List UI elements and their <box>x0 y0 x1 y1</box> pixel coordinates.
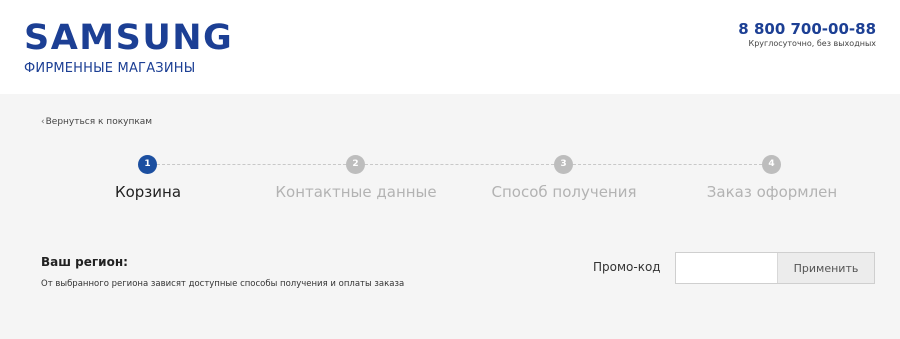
step-connector-3-4 <box>573 164 762 165</box>
step-3-number: 3 <box>554 155 573 174</box>
promo-code-label: Промо-код <box>593 260 661 274</box>
site-header: SAMSUNG ФИРМЕННЫЕ МАГАЗИНЫ 8 800 700-00-… <box>0 0 900 94</box>
logo-subtitle: ФИРМЕННЫЕ МАГАЗИНЫ <box>24 61 196 76</box>
back-link-label: Вернуться к покупкам <box>45 117 153 127</box>
step-3-label: Способ получения <box>491 183 637 201</box>
contact-phone-block: 8 800 700-00-88 Круглосуточно, без выход… <box>738 20 876 48</box>
phone-number[interactable]: 8 800 700-00-88 <box>738 20 876 38</box>
logo-wordmark: SAMSUNG <box>24 18 234 58</box>
step-4-number: 4 <box>762 155 781 174</box>
step-2-number: 2 <box>346 155 365 174</box>
region-description: От выбранного региона зависят доступные … <box>41 279 405 289</box>
samsung-logo[interactable]: SAMSUNG ФИРМЕННЫЕ МАГАЗИНЫ <box>24 19 233 76</box>
step-connector-1-2 <box>157 164 346 165</box>
apply-promo-button[interactable]: Применить <box>777 253 874 283</box>
promo-code-input[interactable] <box>676 253 777 283</box>
step-4-label: Заказ оформлен <box>706 183 838 201</box>
step-2-label: Контактные данные <box>275 183 437 201</box>
step-1-label: Корзина <box>114 183 182 201</box>
back-to-shopping-link[interactable]: ‹Вернуться к покупкам <box>41 117 152 127</box>
phone-availability-note: Круглосуточно, без выходных <box>748 39 876 48</box>
chevron-left-icon: ‹ <box>41 117 45 127</box>
region-title: Ваш регион: <box>41 255 128 269</box>
checkout-content: ‹Вернуться к покупкам 1 Корзина 2 Контак… <box>0 94 900 339</box>
step-connector-2-3 <box>365 164 554 165</box>
promo-code-group: Применить <box>675 252 875 284</box>
step-1-number: 1 <box>138 155 157 174</box>
